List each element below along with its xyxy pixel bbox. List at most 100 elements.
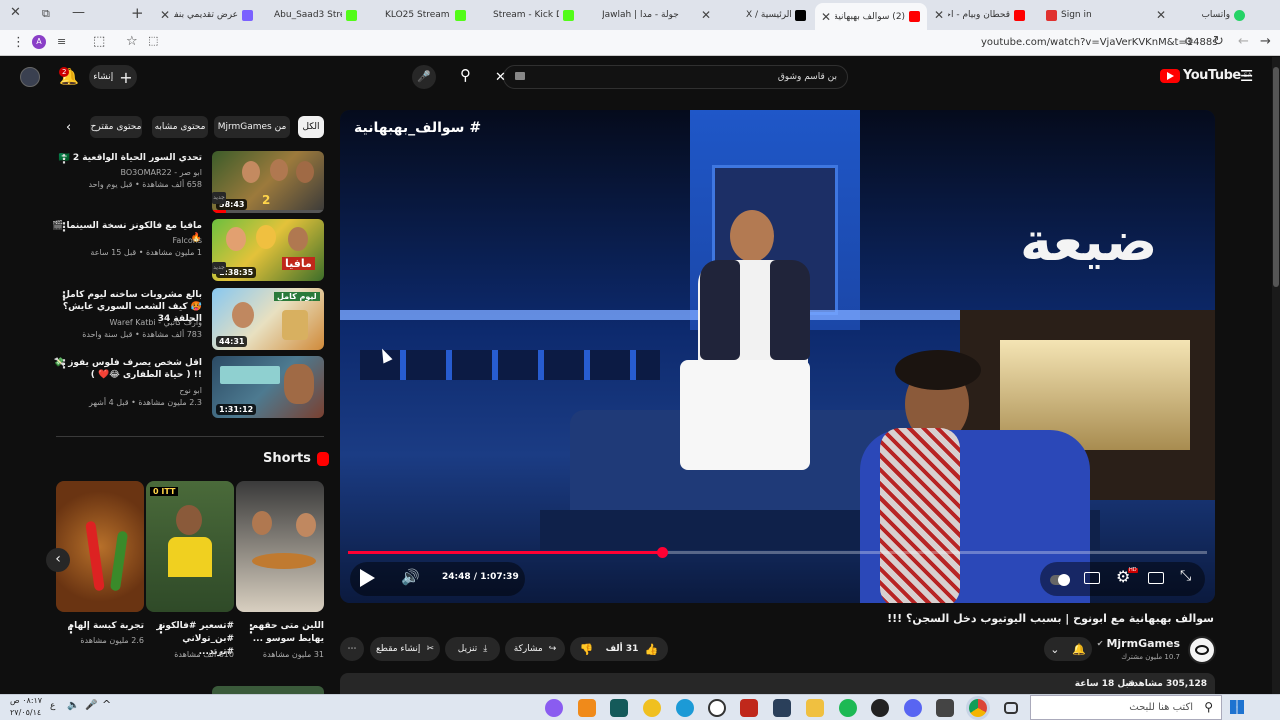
- page-scrollbar[interactable]: [1272, 57, 1280, 694]
- close-tab-icon[interactable]: ✕: [1156, 8, 1166, 22]
- hamburger-menu-icon[interactable]: ☰: [1240, 67, 1253, 85]
- extensions-icon[interactable]: ⬚: [93, 35, 105, 48]
- mic-tray-icon[interactable]: 🎤: [85, 700, 97, 711]
- more-options-icon[interactable]: ⋮: [58, 152, 70, 166]
- channel-name[interactable]: ابو صر - BO3OMAR22: [52, 167, 202, 179]
- chip-related[interactable]: محتوى مشابه: [152, 116, 208, 138]
- subtitles-icon[interactable]: [1084, 572, 1100, 584]
- restore-window-icon[interactable]: ⧉: [42, 8, 50, 19]
- like-dislike-button[interactable]: 👎 31 ألف 👍: [570, 637, 668, 661]
- tab-klo25[interactable]: KLO25 Stream - V: [379, 3, 479, 27]
- dislike-icon[interactable]: 👎: [580, 643, 594, 656]
- site-settings-icon[interactable]: ⚙: [1184, 36, 1194, 47]
- search-input[interactable]: بن قاسم وشوق: [778, 72, 837, 82]
- tab-abusaad[interactable]: Abu_Saad3 Stream: [268, 3, 373, 27]
- channel-avatar[interactable]: [1188, 636, 1216, 664]
- chip-all[interactable]: الكل: [298, 116, 324, 138]
- volume-tray-icon[interactable]: 🔈: [67, 700, 79, 711]
- bookmark-star-icon[interactable]: ☆: [126, 35, 138, 48]
- channel-name[interactable]: ابو نوح: [52, 385, 202, 397]
- tab-qahtan[interactable]: ✕ قحطان وبيام - احمد: [928, 3, 1033, 27]
- reload-icon[interactable]: ↻: [1213, 35, 1224, 48]
- edge-icon[interactable]: [676, 699, 694, 717]
- video-title[interactable]: اقل شخص يصرف فلوس يفوز 💸 !! ( حياة الطفا…: [52, 357, 202, 381]
- tray-chevron-icon[interactable]: ^: [102, 698, 111, 711]
- discord-icon[interactable]: [904, 699, 922, 717]
- close-tab-icon[interactable]: ✕: [701, 8, 711, 22]
- subscribe-button[interactable]: ⌄ 🔔: [1044, 637, 1092, 661]
- fullscreen-icon[interactable]: ⤡: [1180, 569, 1191, 583]
- chips-prev-arrow-icon[interactable]: ‹: [66, 120, 71, 135]
- new-tab-button[interactable]: +: [131, 6, 144, 21]
- app-icon-a[interactable]: [578, 699, 596, 717]
- short-thumbnail[interactable]: 0 ITT: [146, 481, 234, 612]
- app-icon-yellow[interactable]: [643, 699, 661, 717]
- windows-start-icon[interactable]: [1230, 700, 1244, 714]
- app-icon-green-arrow[interactable]: [610, 699, 628, 717]
- video-player[interactable]: ضيعة # سوالف_بهبهانية 🔊 24:48 / 1:07:39 …: [340, 110, 1215, 603]
- app-icon-twitch[interactable]: [545, 699, 563, 717]
- more-options-icon[interactable]: ⋮: [58, 357, 70, 371]
- video-title[interactable]: تحدي السور الحياة الواقعية 2 🇸🇦: [52, 152, 202, 164]
- input-language[interactable]: ع: [50, 701, 55, 711]
- tab-presentation[interactable]: ✕ عرض تقديمي بنفس: [154, 3, 264, 27]
- more-options-icon[interactable]: ⋮: [245, 622, 257, 636]
- recommended-thumbnail[interactable]: 2 58:43: [212, 151, 324, 213]
- task-view-icon[interactable]: [1004, 702, 1018, 714]
- short-thumbnail[interactable]: [56, 481, 144, 612]
- app-icon-circle[interactable]: [708, 699, 726, 717]
- keyboard-icon[interactable]: [515, 72, 525, 80]
- more-actions-button[interactable]: ⋯: [340, 637, 364, 661]
- app-icon-dark[interactable]: [871, 699, 889, 717]
- short-thumbnail[interactable]: [236, 481, 324, 612]
- search-box[interactable]: ✕ بن قاسم وشوق: [495, 65, 848, 89]
- more-options-icon[interactable]: ⋮: [58, 220, 70, 234]
- channel-name[interactable]: وارف كاتبي - Waref Katbi: [52, 317, 202, 329]
- profile-avatar[interactable]: A: [32, 35, 46, 49]
- tab-active-video[interactable]: ✕ (2) سوالف بهبهانية: [815, 3, 927, 30]
- like-icon[interactable]: 👍: [644, 643, 658, 656]
- miniplayer-icon[interactable]: [1148, 572, 1164, 584]
- play-button[interactable]: [360, 569, 375, 587]
- reading-list-icon[interactable]: ≡: [57, 36, 66, 47]
- back-arrow-icon[interactable]: →: [1260, 35, 1271, 48]
- tab-kick-stream[interactable]: Stream - Kick Da: [487, 3, 587, 27]
- close-tab-icon[interactable]: ✕: [160, 8, 170, 22]
- taskbar-search-box[interactable]: اكتب هنا للبحث ⚲: [1030, 695, 1222, 720]
- close-tab-icon[interactable]: ✕: [821, 10, 831, 24]
- tab-x-home[interactable]: X / الرئيسية: [740, 3, 815, 27]
- chip-from-channel[interactable]: من MjrmGames: [214, 116, 290, 138]
- share-button[interactable]: مشاركة ↪: [505, 637, 565, 661]
- volume-icon[interactable]: 🔊: [401, 570, 420, 585]
- minimize-icon[interactable]: —: [72, 6, 85, 19]
- screenshot-icon[interactable]: ⬚: [148, 35, 158, 46]
- progress-track[interactable]: [348, 547, 1207, 558]
- more-options-icon[interactable]: ⋮: [58, 289, 70, 303]
- youtube-logo[interactable]: YouTube SA: [1160, 68, 1252, 83]
- close-tab-icon[interactable]: ✕: [934, 8, 944, 22]
- taskbar-search-input[interactable]: اكتب هنا للبحث: [1129, 702, 1193, 713]
- tab-sign-in[interactable]: Sign in: [1040, 3, 1140, 27]
- recommended-thumbnail[interactable]: ليوم كامل 44:31: [212, 288, 324, 350]
- chip-suggested[interactable]: محتوى مقترح: [90, 116, 142, 138]
- channel-name[interactable]: ✔ MjrmGames: [1097, 637, 1180, 650]
- spotify-icon[interactable]: [839, 699, 857, 717]
- tab-whatsapp[interactable]: ✕ واتساب: [1150, 3, 1260, 27]
- more-options-icon[interactable]: ⋮: [65, 622, 77, 636]
- close-window-icon[interactable]: ✕: [10, 6, 21, 19]
- file-explorer-icon[interactable]: [806, 699, 824, 717]
- autoplay-toggle[interactable]: [1050, 574, 1070, 586]
- channel-name[interactable]: Falcons: [52, 235, 202, 247]
- clip-button[interactable]: إنشاء مقطع ✂: [370, 637, 440, 661]
- tab-jawlah[interactable]: Jawlah | جولة - مدا ✕: [596, 3, 726, 27]
- voice-search-button[interactable]: 🎤: [412, 65, 436, 89]
- steam-icon[interactable]: [773, 699, 791, 717]
- app-icon-red-square[interactable]: [740, 699, 758, 717]
- search-icon[interactable]: ⚲: [460, 66, 471, 84]
- create-button[interactable]: إنشاء +: [89, 65, 137, 89]
- menu-dots-icon[interactable]: ⋮: [12, 36, 25, 49]
- clear-search-icon[interactable]: ✕: [495, 70, 506, 85]
- recommended-thumbnail[interactable]: مافيا 1:38:35: [212, 219, 324, 281]
- download-button[interactable]: تنزيل ⤓: [445, 637, 500, 661]
- shorts-prev-arrow-icon[interactable]: ‹: [46, 548, 70, 572]
